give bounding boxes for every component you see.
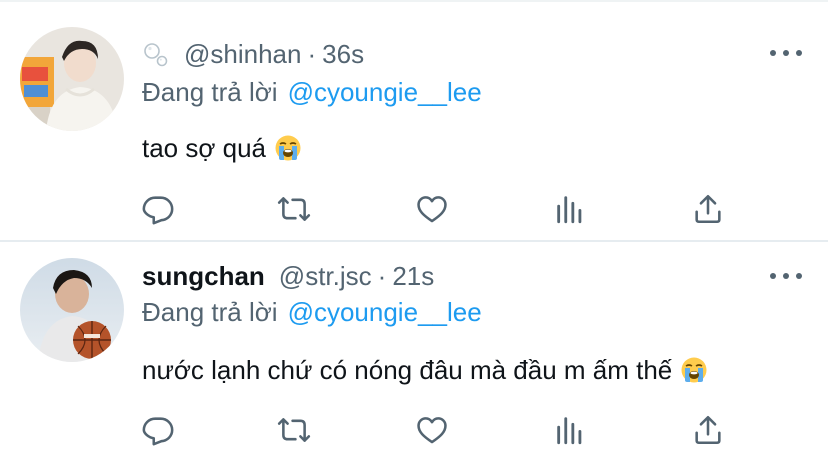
separator-dot: · xyxy=(307,38,317,69)
handle[interactable]: @str.jsc xyxy=(279,261,372,292)
reply-icon xyxy=(142,417,174,446)
avatar[interactable] xyxy=(20,27,124,131)
views-button[interactable] xyxy=(552,412,588,448)
loudly-crying-face-icon xyxy=(274,134,302,162)
replying-to-mention[interactable]: @cyoungie__lee xyxy=(288,297,482,328)
like-icon xyxy=(417,417,447,444)
tweet-text-content: nước lạnh chứ có nóng đâu mà đầu m ấm th… xyxy=(142,354,673,385)
share-icon xyxy=(695,194,721,224)
retweet-button[interactable] xyxy=(276,191,312,227)
retweet-icon xyxy=(277,418,311,442)
tweet-text-content: tao sợ quá xyxy=(142,132,267,163)
tweet-header: sungchan @str.jsc · 21s xyxy=(142,259,434,293)
display-name[interactable]: sungchan xyxy=(142,261,265,292)
loudly-crying-face-icon xyxy=(680,356,708,384)
replying-to-label: Đang trả lời xyxy=(142,76,278,107)
more-dot xyxy=(783,50,789,56)
tweet-feed: @shinhan · 36s Đang trả lời @cyoungie__l… xyxy=(0,0,828,462)
tweet-text: nước lạnh chứ có nóng đâu mà đầu m ấm th… xyxy=(142,352,708,388)
tweet-actions xyxy=(140,191,730,227)
tweet-text: tao sợ quá xyxy=(142,130,302,166)
replying-to-label: Đang trả lời xyxy=(142,296,278,327)
tweet[interactable]: @shinhan · 36s Đang trả lời @cyoungie__l… xyxy=(0,0,828,240)
more-dot xyxy=(783,273,789,279)
share-icon xyxy=(695,415,721,445)
separator-dot: · xyxy=(377,260,387,291)
replying-to: Đang trả lời @cyoungie__lee xyxy=(142,295,482,329)
timestamp[interactable]: 21s xyxy=(392,261,434,292)
reply-button[interactable] xyxy=(140,412,176,448)
retweet-button[interactable] xyxy=(276,412,312,448)
reply-button[interactable] xyxy=(140,191,176,227)
like-button[interactable] xyxy=(414,412,450,448)
views-button[interactable] xyxy=(552,191,588,227)
like-icon xyxy=(417,196,447,223)
bubbles-icon xyxy=(142,40,170,68)
retweet-icon xyxy=(277,197,311,221)
more-dot xyxy=(770,273,776,279)
tweet[interactable]: sungchan @str.jsc · 21s Đang trả lời @cy… xyxy=(0,242,828,462)
more-dot xyxy=(796,50,802,56)
replying-to: Đang trả lời @cyoungie__lee xyxy=(142,75,482,109)
share-button[interactable] xyxy=(690,191,726,227)
share-button[interactable] xyxy=(690,412,726,448)
timestamp[interactable]: 36s xyxy=(322,39,364,70)
avatar[interactable] xyxy=(20,258,124,362)
like-button[interactable] xyxy=(414,191,450,227)
reply-icon xyxy=(142,196,174,225)
views-icon xyxy=(557,196,582,224)
handle[interactable]: @shinhan xyxy=(184,39,301,70)
tweet-header: @shinhan · 36s xyxy=(142,37,364,71)
more-dot xyxy=(796,273,802,279)
more-dot xyxy=(770,50,776,56)
more-options-button[interactable] xyxy=(770,266,802,286)
views-icon xyxy=(557,417,582,445)
tweet-actions xyxy=(140,412,730,448)
more-options-button[interactable] xyxy=(770,43,802,63)
replying-to-mention[interactable]: @cyoungie__lee xyxy=(288,77,482,108)
